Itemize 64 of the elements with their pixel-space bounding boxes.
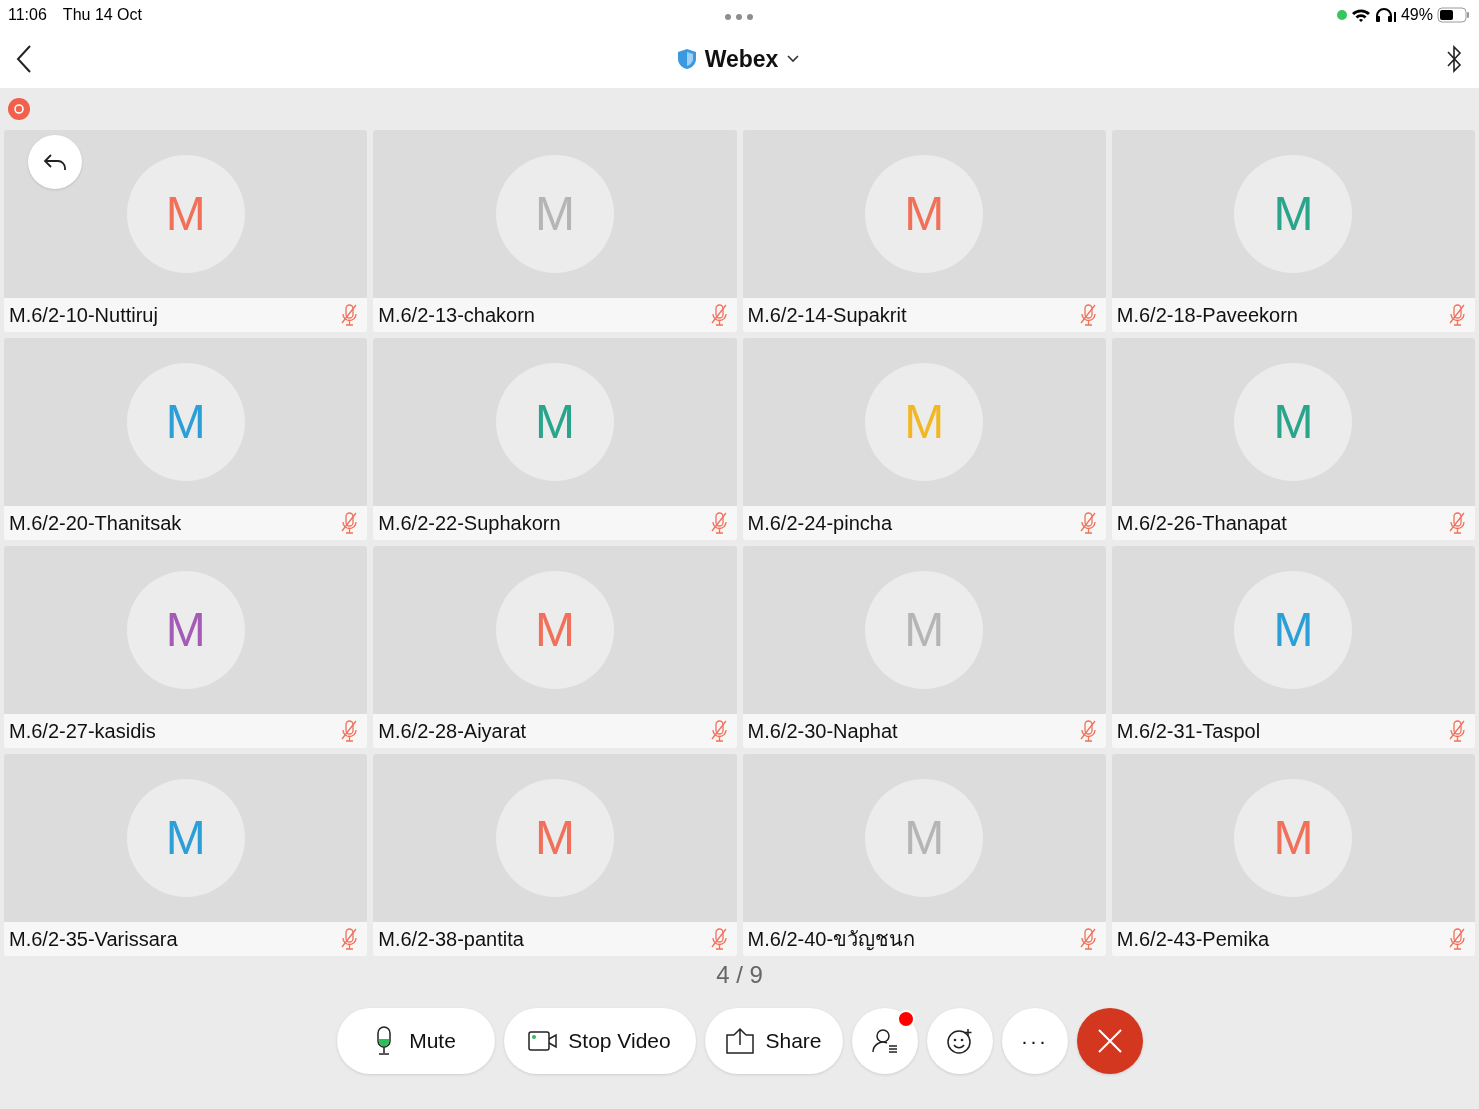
participant-name: M.6/2-30-Naphat	[747, 719, 898, 744]
bluetooth-icon[interactable]	[1445, 43, 1463, 75]
muted-microphone-icon	[339, 927, 360, 951]
avatar: M	[495, 779, 614, 897]
participant-name: M.6/2-27-kasidis	[9, 719, 156, 744]
wifi-icon	[1350, 7, 1371, 23]
participant-name: M.6/2-10-Nuttiruj	[9, 303, 158, 328]
participant-name: M.6/2-31-Taspol	[1116, 719, 1261, 744]
participant-name: M.6/2-26-Thanapat	[1116, 511, 1287, 536]
shield-icon	[676, 48, 697, 70]
more-button[interactable]: ···	[1001, 1008, 1068, 1074]
participant-name: M.6/2-35-Varissara	[9, 927, 178, 952]
participant-name: M.6/2-38-pantita	[378, 927, 524, 952]
muted-microphone-icon	[1447, 511, 1467, 535]
participant-name: M.6/2-18-Paveekorn	[1116, 303, 1298, 328]
back-icon[interactable]	[16, 44, 32, 74]
muted-microphone-icon	[339, 511, 360, 535]
multitask-dots-icon	[724, 13, 754, 21]
avatar: M	[865, 363, 984, 481]
mute-button[interactable]: Mute	[336, 1008, 495, 1074]
muted-microphone-icon	[339, 719, 360, 743]
muted-microphone-icon	[1447, 303, 1467, 327]
avatar: M	[1234, 363, 1353, 481]
participant-name: M.6/2-28-Aiyarat	[378, 719, 527, 744]
avatar: M	[495, 571, 614, 689]
close-icon	[1096, 1028, 1123, 1054]
participant-name: M.6/2-40-ขวัญชนก	[747, 927, 916, 953]
avatar: M	[1234, 155, 1353, 273]
participant-name: M.6/2-43-Pemika	[1116, 927, 1270, 952]
participant-name: M.6/2-22-Suphakorn	[378, 511, 561, 536]
avatar: M	[495, 363, 614, 481]
reply-arrow-icon	[43, 152, 67, 172]
avatar: M	[1234, 779, 1353, 897]
battery-percentage: 49%	[1400, 5, 1433, 25]
page-indicator: 4 / 9	[716, 960, 763, 990]
avatar: M	[1234, 571, 1353, 689]
back-button[interactable]	[28, 135, 82, 189]
muted-microphone-icon	[339, 303, 360, 327]
video-camera-icon	[528, 1030, 559, 1052]
muted-microphone-icon	[1447, 927, 1467, 951]
microphone-icon	[375, 1026, 394, 1056]
avatar: M	[126, 571, 245, 689]
avatar: M	[126, 155, 245, 273]
participant-name: M.6/2-24-pincha	[747, 511, 893, 536]
share-button[interactable]: Share	[704, 1008, 843, 1074]
status-time: 11:06	[8, 5, 47, 25]
smiley-add-icon	[945, 1027, 974, 1055]
status-date: Thu 14 Oct	[62, 5, 142, 25]
avatar: M	[865, 155, 984, 273]
share-icon	[725, 1027, 756, 1055]
stop-video-button[interactable]: Stop Video	[503, 1008, 696, 1074]
participants-icon	[870, 1027, 899, 1055]
participants-button[interactable]	[851, 1008, 918, 1074]
muted-microphone-icon	[1447, 719, 1467, 743]
avatar: M	[126, 779, 245, 897]
avatar: M	[126, 363, 245, 481]
battery-icon	[1437, 7, 1471, 23]
meeting-title[interactable]: Webex	[704, 41, 779, 77]
chevron-down-icon[interactable]	[786, 54, 801, 64]
headphones-icon	[1374, 7, 1397, 23]
participant-name: M.6/2-14-Supakrit	[747, 303, 907, 328]
participant-name: M.6/2-20-Thanitsak	[9, 511, 182, 536]
camera-indicator-icon	[1336, 10, 1347, 20]
participant-name: M.6/2-13-chakorn	[378, 303, 535, 328]
